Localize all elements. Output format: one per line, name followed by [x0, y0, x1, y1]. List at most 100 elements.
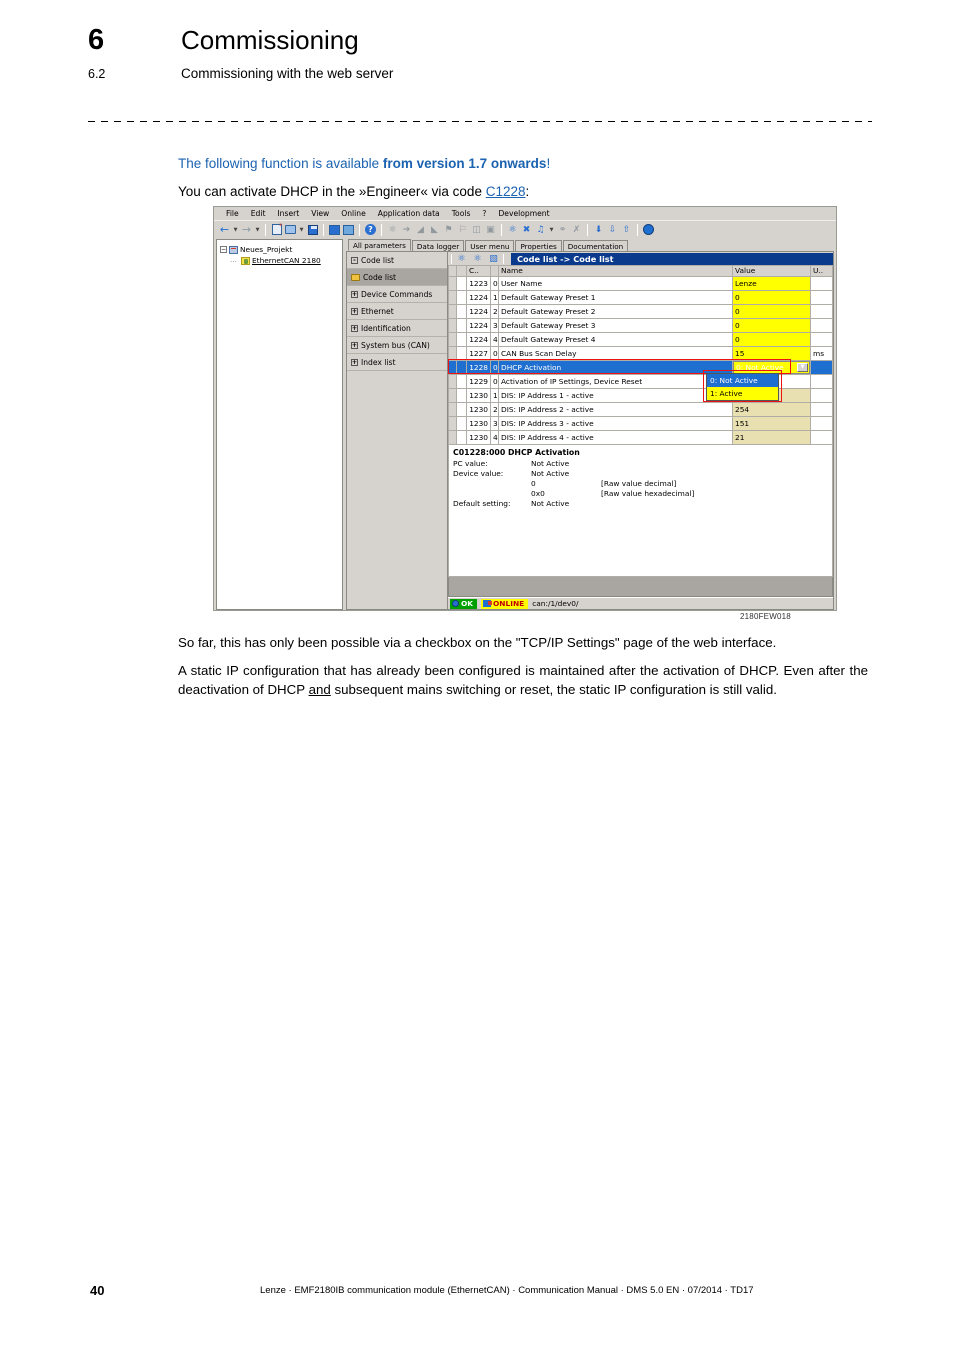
menu-item-help[interactable]: ?: [476, 209, 492, 218]
plus-expander-icon[interactable]: +: [351, 307, 358, 315]
forward-arrow-icon[interactable]: →: [240, 223, 253, 236]
plus-expander-icon[interactable]: +: [351, 358, 358, 366]
row-value[interactable]: 0: [732, 290, 811, 305]
download-all-icon[interactable]: ⬇: [592, 223, 605, 236]
write-parameters-icon[interactable]: ⚛: [471, 252, 484, 265]
table-row[interactable]: 1230 3 DIS: IP Address 3 - active 151: [448, 416, 833, 431]
table-row[interactable]: 1227 0 CAN Bus Scan Delay 15 ms: [448, 346, 833, 361]
table-row[interactable]: 1223 0 User Name Lenze: [448, 276, 833, 291]
upload-device-icon[interactable]: ⇧: [620, 223, 633, 236]
column-header-value[interactable]: Value: [732, 265, 811, 277]
row-value[interactable]: 151: [732, 416, 811, 431]
table-row[interactable]: 1230 2 DIS: IP Address 2 - active 254: [448, 402, 833, 417]
tools-icon[interactable]: ✗: [570, 223, 583, 236]
stop-transfer-icon[interactable]: ✖: [520, 223, 533, 236]
menu-item-development[interactable]: Development: [492, 209, 555, 218]
broadcast-dropdown-icon[interactable]: ▼: [548, 227, 555, 233]
column-header-name[interactable]: Name: [498, 265, 733, 277]
nav-item-index-list[interactable]: + Index list: [347, 354, 447, 371]
plus-expander-icon[interactable]: +: [351, 341, 358, 349]
column-header-sort-a[interactable]: [456, 265, 467, 277]
lead-sentence: You can activate DHCP in the »Engineer« …: [178, 184, 878, 199]
row-value[interactable]: 15: [732, 346, 811, 361]
dropdown-option-not-active[interactable]: 0: Not Active: [707, 374, 778, 387]
cable-icon[interactable]: ⚭: [556, 223, 569, 236]
device-list-icon[interactable]: [328, 223, 341, 236]
tree-device-label: EthernetCAN 2180: [252, 255, 321, 266]
menu-item-online[interactable]: Online: [335, 209, 372, 218]
open-folder-icon[interactable]: [284, 223, 297, 236]
nav-item-code-list-group[interactable]: - Code list: [347, 252, 447, 269]
table-row[interactable]: 1230 4 DIS: IP Address 4 - active 21: [448, 430, 833, 445]
read-parameters-icon[interactable]: ⚛: [455, 252, 468, 265]
menu-item-insert[interactable]: Insert: [271, 209, 305, 218]
plus-expander-icon[interactable]: +: [351, 290, 358, 298]
table-row[interactable]: 1224 1 Default Gateway Preset 1 0: [448, 290, 833, 305]
row-value[interactable]: Lenze: [732, 276, 811, 291]
row-value[interactable]: 0: [732, 304, 811, 319]
nav-item-ethernet[interactable]: + Ethernet: [347, 303, 447, 320]
open-dropdown-icon[interactable]: ▼: [298, 227, 305, 233]
nav-item-system-bus-can[interactable]: + System bus (CAN): [347, 337, 447, 354]
menu-item-application-data[interactable]: Application data: [372, 209, 446, 218]
broadcast-icon[interactable]: ♫: [534, 223, 547, 236]
row-subcode: 0: [490, 374, 499, 389]
row-value[interactable]: 21: [732, 430, 811, 445]
table-row[interactable]: 1224 2 Default Gateway Preset 2 0: [448, 304, 833, 319]
code-link-c1228[interactable]: C1228: [486, 184, 526, 199]
row-unit: [810, 402, 833, 417]
tree-collapse-icon[interactable]: −: [220, 246, 227, 253]
device-icon: [241, 256, 250, 265]
nav-item-label: Code list: [363, 272, 397, 282]
dropdown-option-list[interactable]: 0: Not Active 1: Active: [706, 373, 779, 401]
detail-title: C01228:000 DHCP Activation: [453, 448, 580, 457]
nav-item-identification[interactable]: + Identification: [347, 320, 447, 337]
compare-parameters-icon[interactable]: ▧: [487, 252, 500, 265]
status-badge-online: ONLINE: [481, 598, 529, 609]
table-row[interactable]: 1224 4 Default Gateway Preset 4 0: [448, 332, 833, 347]
column-header-code[interactable]: C..: [466, 265, 491, 277]
tab-data-logger[interactable]: Data logger: [411, 240, 465, 251]
menu-item-file[interactable]: File: [220, 209, 245, 218]
column-header-unit[interactable]: U..: [810, 265, 833, 277]
dropdown-option-active[interactable]: 1: Active: [707, 387, 778, 400]
tab-properties[interactable]: Properties: [515, 240, 562, 251]
row-value[interactable]: 0: [732, 318, 811, 333]
table-row[interactable]: 1224 3 Default Gateway Preset 3 0: [448, 318, 833, 333]
back-dropdown-icon[interactable]: ▼: [232, 227, 239, 233]
column-header-sort-b[interactable]: [490, 265, 499, 277]
download-device-icon[interactable]: ⇩: [606, 223, 619, 236]
help-icon[interactable]: ?: [364, 223, 377, 236]
new-document-icon[interactable]: [270, 223, 283, 236]
menu-item-tools[interactable]: Tools: [446, 209, 477, 218]
plus-expander-icon[interactable]: +: [351, 324, 358, 332]
transfer-icon[interactable]: ⚛: [506, 223, 519, 236]
globe-icon[interactable]: [642, 223, 655, 236]
row-sort-a: [456, 360, 467, 375]
row-value[interactable]: 0: [732, 332, 811, 347]
code-list-table: C.. Name Value U.. 1223 0 User Name Lenz…: [448, 265, 833, 445]
connect-disabled-icon: ⚑: [444, 224, 453, 235]
tree-item-device[interactable]: … EthernetCAN 2180: [220, 255, 339, 266]
row-name: DHCP Activation: [498, 360, 733, 375]
minus-expander-icon[interactable]: -: [351, 256, 358, 264]
chevron-down-icon[interactable]: ▼: [797, 363, 808, 372]
nav-item-device-commands[interactable]: + Device Commands: [347, 286, 447, 303]
disconnect-disabled-icon: ⚐: [458, 224, 467, 235]
window-layout-icon[interactable]: [342, 223, 355, 236]
back-arrow-icon[interactable]: ←: [218, 223, 231, 236]
save-icon[interactable]: [306, 223, 319, 236]
menu-item-view[interactable]: View: [305, 209, 335, 218]
tab-user-menu[interactable]: User menu: [465, 240, 515, 251]
tab-documentation[interactable]: Documentation: [562, 240, 629, 251]
chapter-number: 6: [88, 24, 105, 56]
row-sort-a: [456, 374, 467, 389]
bus-scan-disabled-icon: ◫: [472, 224, 481, 235]
row-unit: [810, 332, 833, 347]
tab-all-parameters[interactable]: All parameters: [348, 239, 411, 251]
tree-item-project[interactable]: − Neues_Projekt: [220, 244, 339, 255]
menu-item-edit[interactable]: Edit: [245, 209, 272, 218]
row-grip: [448, 430, 457, 445]
row-value[interactable]: 254: [732, 402, 811, 417]
nav-item-code-list[interactable]: Code list: [347, 269, 447, 286]
